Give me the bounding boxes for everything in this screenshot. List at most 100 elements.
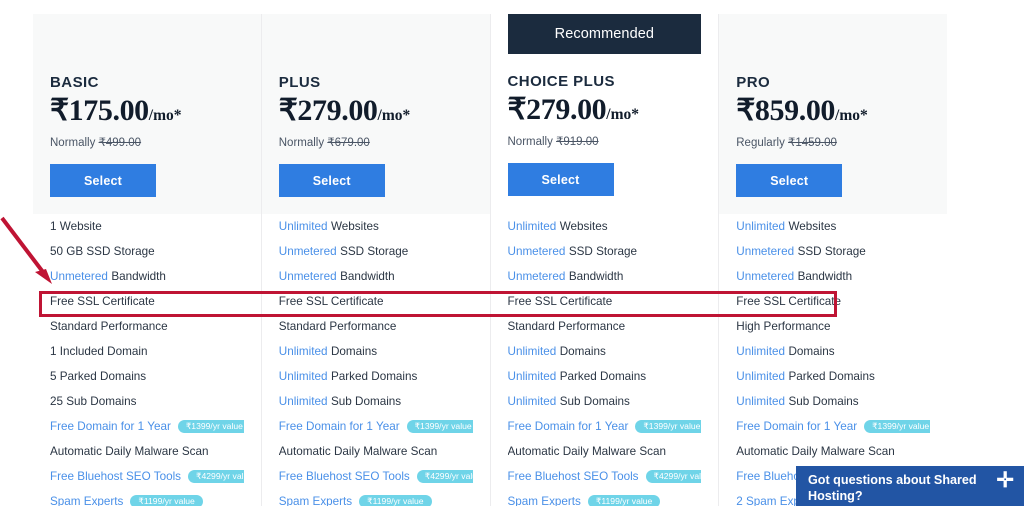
feature-highlight: Free Bluehost SEO Tools: [508, 470, 639, 483]
feature-highlight: Unlimited: [736, 370, 785, 383]
select-button-plus[interactable]: Select: [279, 164, 385, 197]
feature-item: Standard Performance: [279, 314, 473, 339]
recommended-ribbon: Recommended: [508, 14, 702, 54]
feature-text: SSD Storage: [798, 245, 866, 258]
feature-highlight: Free Domain for 1 Year: [50, 420, 171, 433]
feature-text: Automatic Daily Malware Scan: [50, 445, 209, 458]
feature-item: Spam Experts₹1199/yr value: [50, 489, 244, 506]
plan-price: ₹279.00/mo*: [508, 92, 702, 127]
plan-compare-amount: ₹499.00: [99, 137, 142, 149]
plan-header-choice-plus: RecommendedCHOICE PLUS₹279.00/mo*Normall…: [491, 14, 719, 214]
feature-value-badge: ₹1399/yr value: [407, 420, 473, 434]
plan-header-plus: PLUS₹279.00/mo*Normally ₹679.00Select: [262, 14, 490, 214]
chat-widget[interactable]: Got questions about Shared Hosting? ✛: [796, 466, 1024, 506]
plan-price: ₹859.00/mo*: [736, 93, 930, 128]
feature-item: UnlimitedDomains: [508, 339, 702, 364]
plan-name: PRO: [736, 74, 930, 91]
feature-item: Free Bluehost SEO Tools₹4299/yr value: [508, 464, 702, 489]
feature-highlight: Free Bluehost SEO Tools: [50, 470, 181, 483]
feature-item: UnlimitedDomains: [736, 339, 930, 364]
plan-compare-price: Regularly ₹1459.00: [736, 135, 930, 149]
feature-text: Free SSL Certificate: [50, 295, 155, 308]
feature-item: Spam Experts₹1199/yr value: [508, 489, 702, 506]
feature-item: UnmeteredSSD Storage: [736, 239, 930, 264]
feature-highlight: Unlimited: [279, 370, 328, 383]
feature-highlight: Unlimited: [736, 220, 785, 233]
feature-item: UnmeteredBandwidth: [508, 264, 702, 289]
feature-item: UnlimitedWebsites: [508, 214, 702, 239]
feature-highlight: Free Domain for 1 Year: [279, 420, 400, 433]
feature-highlight: Spam Experts: [508, 495, 581, 506]
plan-price-period: /mo*: [378, 107, 411, 124]
plan-price-amount: ₹279.00: [279, 94, 378, 127]
feature-item: UnlimitedParked Domains: [279, 364, 473, 389]
feature-text: Bandwidth: [798, 270, 853, 283]
plus-icon[interactable]: ✛: [996, 472, 1014, 489]
feature-item: Automatic Daily Malware Scan: [50, 439, 244, 464]
plan-price-period: /mo*: [149, 107, 182, 124]
plan-header-inner: CHOICE PLUS₹279.00/mo*Normally ₹919.00Se…: [508, 54, 702, 196]
feature-list-pro: UnlimitedWebsitesUnmeteredSSD StorageUnm…: [719, 214, 947, 506]
feature-item: Automatic Daily Malware Scan: [508, 439, 702, 464]
plan-header-inner: PLUS₹279.00/mo*Normally ₹679.00Select: [279, 14, 473, 197]
feature-item: 5 Parked Domains: [50, 364, 244, 389]
feature-text: Standard Performance: [508, 320, 626, 333]
plan-price-amount: ₹279.00: [508, 93, 607, 126]
feature-highlight: Unlimited: [736, 395, 785, 408]
feature-text: Free SSL Certificate: [508, 295, 613, 308]
select-button-choice-plus[interactable]: Select: [508, 163, 614, 196]
plan-name: PLUS: [279, 74, 473, 91]
select-button-pro[interactable]: Select: [736, 164, 842, 197]
feature-text: Websites: [788, 220, 836, 233]
feature-text: Bandwidth: [340, 270, 395, 283]
feature-highlight: Spam Experts: [279, 495, 352, 506]
feature-highlight: Free Bluehost SEO Tools: [279, 470, 410, 483]
plan-compare-price: Normally ₹919.00: [508, 134, 702, 148]
feature-text: 1 Included Domain: [50, 345, 147, 358]
feature-text: Standard Performance: [50, 320, 168, 333]
feature-value-badge: ₹4299/yr value: [417, 470, 473, 484]
feature-text: Parked Domains: [331, 370, 417, 383]
feature-item: UnmeteredBandwidth: [736, 264, 930, 289]
select-button-basic[interactable]: Select: [50, 164, 156, 197]
feature-highlight: Free Domain for 1 Year: [508, 420, 629, 433]
feature-item: UnmeteredBandwidth: [50, 264, 244, 289]
feature-value-badge: ₹4299/yr value: [188, 470, 244, 484]
feature-highlight: Unmetered: [508, 270, 566, 283]
plan-card-plus: PLUS₹279.00/mo*Normally ₹679.00SelectUnl…: [262, 14, 491, 506]
feature-text: Sub Domains: [560, 395, 630, 408]
feature-highlight: Unlimited: [736, 345, 785, 358]
feature-highlight: Unlimited: [508, 395, 557, 408]
feature-text: 1 Website: [50, 220, 102, 233]
feature-list-plus: UnlimitedWebsitesUnmeteredSSD StorageUnm…: [262, 214, 490, 506]
feature-value-badge: ₹1399/yr value: [635, 420, 701, 434]
feature-text: Automatic Daily Malware Scan: [508, 445, 667, 458]
feature-item: UnmeteredSSD Storage: [279, 239, 473, 264]
feature-item: Standard Performance: [508, 314, 702, 339]
feature-item: Free Domain for 1 Year₹1399/yr value: [736, 414, 930, 439]
plan-compare-label: Normally: [279, 137, 324, 149]
pricing-table: BASIC₹175.00/mo*Normally ₹499.00Select1 …: [33, 14, 947, 506]
feature-item: Free Bluehost SEO Tools ₹4299/yr value: [50, 464, 244, 489]
plan-compare-label: Normally: [508, 136, 553, 148]
plan-name: BASIC: [50, 74, 244, 91]
feature-text: Automatic Daily Malware Scan: [736, 445, 895, 458]
feature-text: Bandwidth: [569, 270, 624, 283]
feature-item: Free SSL Certificate: [508, 289, 702, 314]
feature-text: High Performance: [736, 320, 830, 333]
plan-header-inner: BASIC₹175.00/mo*Normally ₹499.00Select: [50, 14, 244, 197]
plan-card-choice-plus: RecommendedCHOICE PLUS₹279.00/mo*Normall…: [491, 14, 720, 506]
feature-item: 50 GB SSD Storage: [50, 239, 244, 264]
plan-price-amount: ₹859.00: [736, 94, 835, 127]
feature-highlight: Unmetered: [508, 245, 566, 258]
feature-highlight: Unmetered: [50, 270, 108, 283]
pricing-page: BASIC₹175.00/mo*Normally ₹499.00Select1 …: [0, 0, 1024, 506]
feature-text: 25 Sub Domains: [50, 395, 136, 408]
plan-compare-amount: ₹1459.00: [788, 137, 837, 149]
plan-header-pro: PRO ₹859.00/mo* Regularly ₹1459.00 Select: [719, 14, 947, 214]
feature-item: UnlimitedParked Domains: [508, 364, 702, 389]
feature-item: 1 Website: [50, 214, 244, 239]
feature-item: UnlimitedSub Domains: [508, 389, 702, 414]
feature-highlight: Unlimited: [508, 345, 557, 358]
feature-highlight: Spam Experts: [50, 495, 123, 506]
